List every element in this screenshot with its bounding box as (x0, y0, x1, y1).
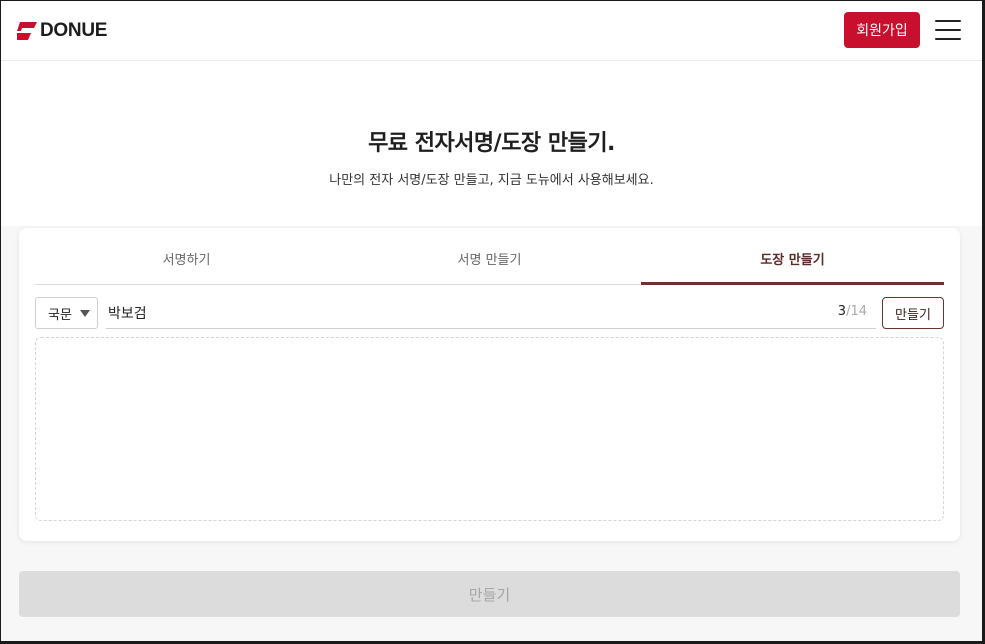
page-title: 무료 전자서명/도장 만들기. (368, 131, 615, 156)
make-stamp-button[interactable]: 만들기 (882, 297, 944, 329)
language-select-value: 국문 (48, 307, 72, 323)
stamp-preview-area (35, 337, 944, 521)
make-submit-button[interactable]: 만들기 (19, 571, 960, 617)
donue-logo[interactable]: DONUE (17, 20, 107, 42)
stamp-maker-card: 서명하기 서명 만들기 도장 만들기 국문 3/14 만들기 (19, 228, 960, 541)
dropdown-caret-icon (79, 309, 90, 317)
logo-text: DONUE (40, 20, 108, 41)
hero-section: 무료 전자서명/도장 만들기. 나만의 전자 서명/도장 만들고, 지금 도뉴에… (1, 61, 982, 226)
donue-logo-icon (17, 22, 37, 40)
signup-button[interactable]: 회원가입 (844, 12, 920, 48)
tab-create-stamp[interactable]: 도장 만들기 (641, 228, 944, 285)
char-max: 14 (850, 304, 867, 319)
app-window: DONUE 회원가입 무료 전자서명/도장 만들기. 나만의 전자 서명/도장 … (0, 0, 985, 644)
stamp-name-input[interactable] (106, 297, 876, 329)
tab-create-signature[interactable]: 서명 만들기 (338, 228, 641, 284)
page-subtitle: 나만의 전자 서명/도장 만들고, 지금 도뉴에서 사용해보세요. (329, 173, 654, 188)
tab-bar: 서명하기 서명 만들기 도장 만들기 (35, 228, 944, 285)
char-count: 3 (837, 304, 847, 319)
language-select[interactable]: 국문 (35, 297, 98, 329)
hamburger-menu-icon[interactable] (935, 20, 961, 40)
char-counter: 3/14 (819, 304, 867, 319)
top-header: DONUE 회원가입 (1, 1, 982, 61)
tab-sign[interactable]: 서명하기 (35, 228, 338, 284)
